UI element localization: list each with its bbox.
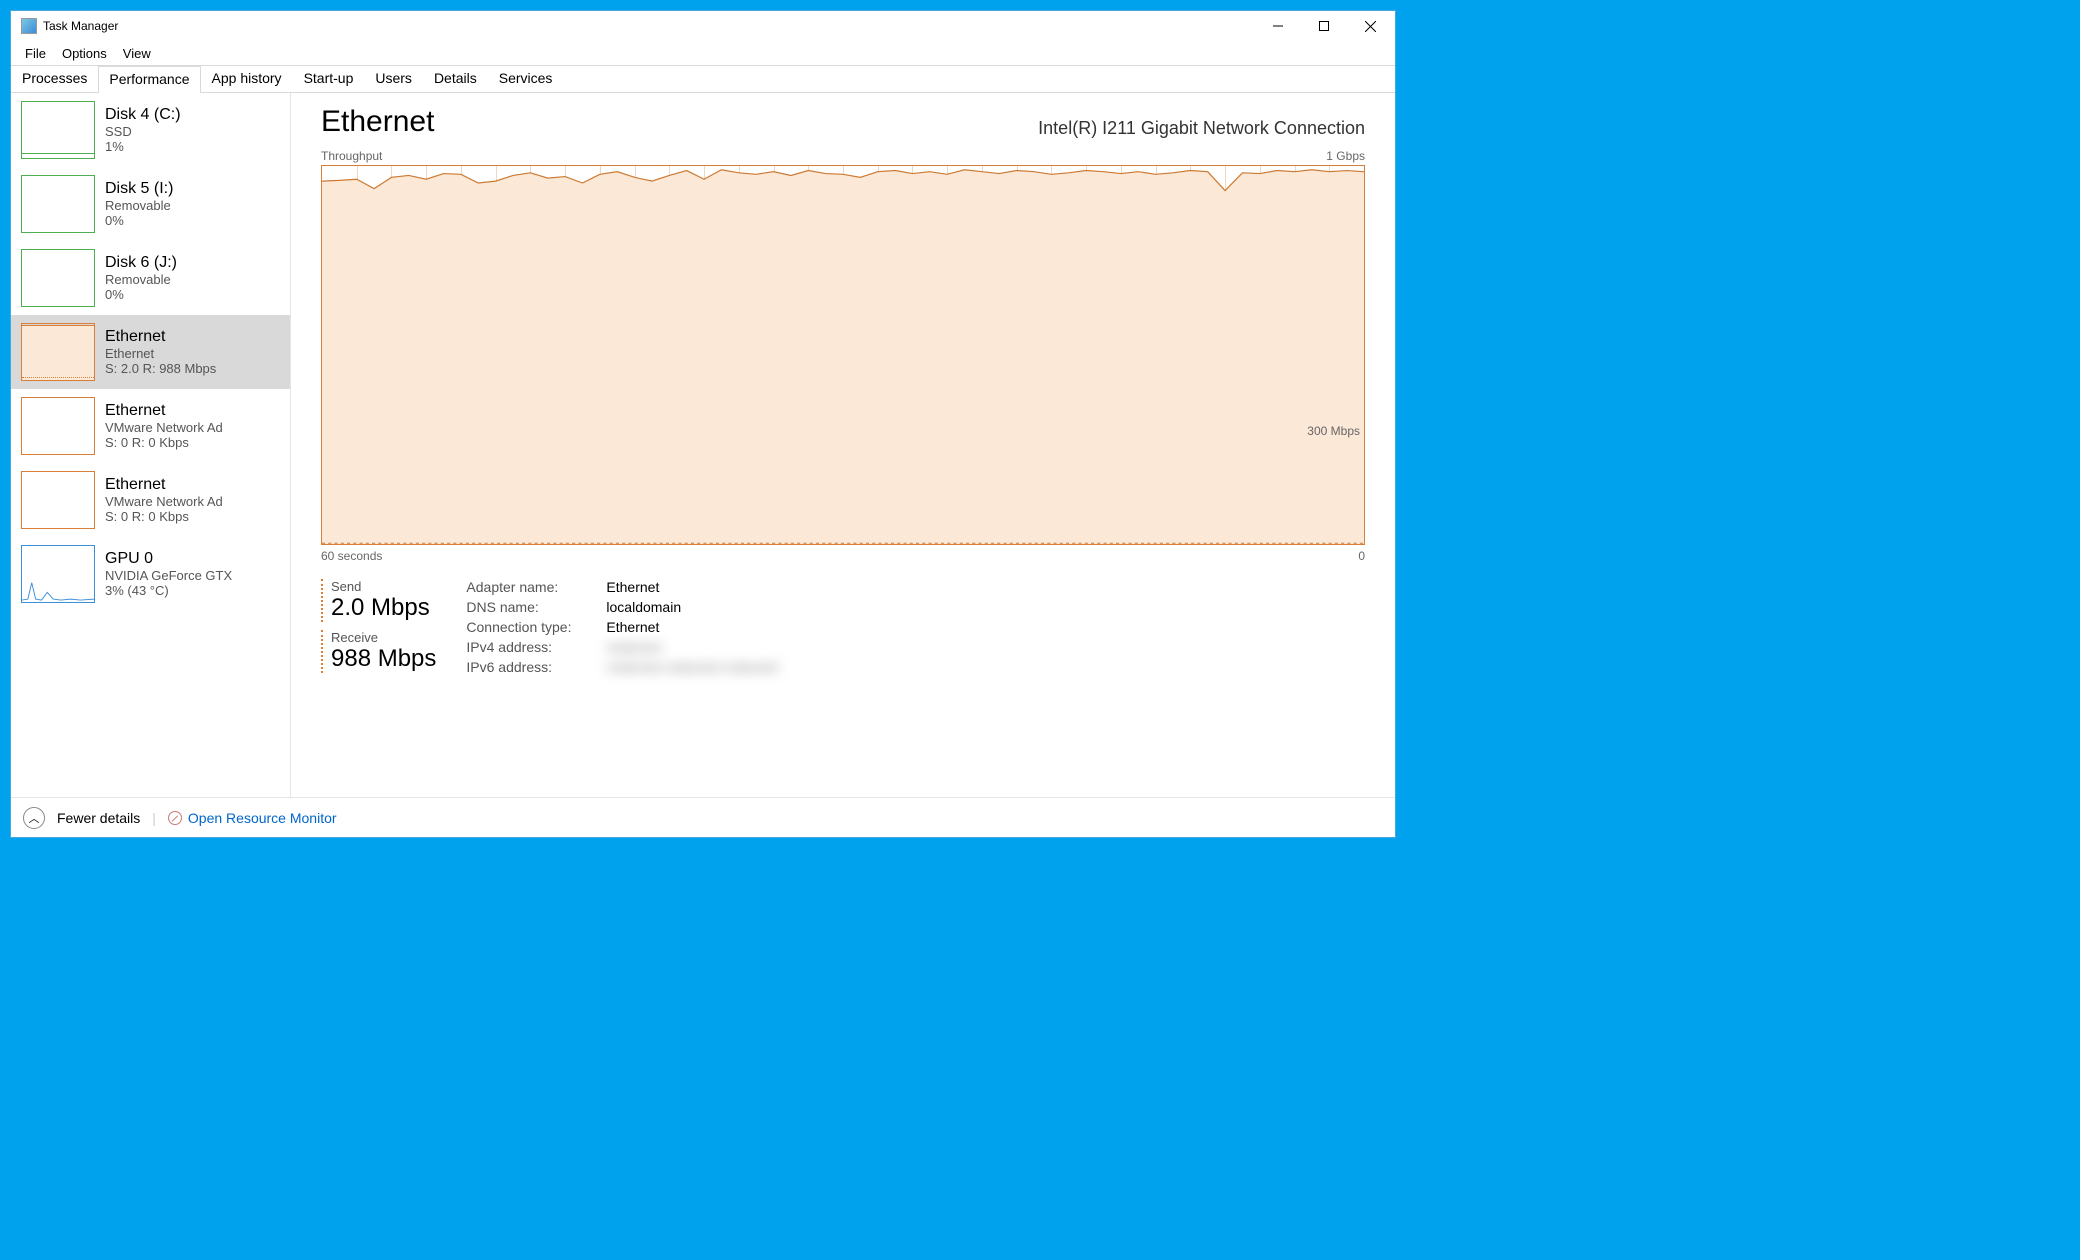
sidebar-item-sub1: NVIDIA GeForce GTX bbox=[105, 568, 232, 583]
sidebar-item-title: Disk 4 (C:) bbox=[105, 106, 181, 124]
adapter-name-label: Adapter name: bbox=[466, 579, 596, 595]
minimize-button[interactable] bbox=[1255, 11, 1301, 41]
adapter-name-full: Intel(R) I211 Gigabit Network Connection bbox=[1038, 118, 1365, 139]
sidebar-item-5[interactable]: EthernetVMware Network AdS: 0 R: 0 Kbps bbox=[11, 463, 290, 537]
fewer-details-button[interactable]: Fewer details bbox=[57, 810, 140, 826]
sidebar-thumb bbox=[21, 397, 95, 455]
sidebar-item-4[interactable]: EthernetVMware Network AdS: 0 R: 0 Kbps bbox=[11, 389, 290, 463]
sidebar-item-sub1: VMware Network Ad bbox=[105, 420, 223, 435]
send-label: Send bbox=[331, 579, 436, 594]
chart-label-xend: 0 bbox=[1358, 549, 1365, 563]
sidebar-item-title: GPU 0 bbox=[105, 550, 232, 568]
sidebar-thumb bbox=[21, 323, 95, 381]
maximize-button[interactable] bbox=[1301, 11, 1347, 41]
conn-type-label: Connection type: bbox=[466, 619, 596, 635]
sidebar-item-sub1: Removable bbox=[105, 198, 173, 213]
dns-name-label: DNS name: bbox=[466, 599, 596, 615]
performance-sidebar[interactable]: Disk 4 (C:)SSD1%Disk 5 (I:)Removable0%Di… bbox=[11, 93, 291, 797]
close-button[interactable] bbox=[1347, 11, 1393, 41]
conn-type-value: Ethernet bbox=[606, 619, 659, 635]
sidebar-item-title: Ethernet bbox=[105, 476, 223, 494]
tab-performance[interactable]: Performance bbox=[98, 66, 200, 93]
sidebar-item-sub2: 0% bbox=[105, 287, 177, 302]
sidebar-item-sub2: S: 0 R: 0 Kbps bbox=[105, 435, 223, 450]
sidebar-item-title: Disk 6 (J:) bbox=[105, 254, 177, 272]
sidebar-item-sub2: S: 2.0 R: 988 Mbps bbox=[105, 361, 216, 376]
content-area: Disk 4 (C:)SSD1%Disk 5 (I:)Removable0%Di… bbox=[11, 93, 1395, 797]
titlebar: Task Manager bbox=[11, 11, 1395, 41]
sidebar-item-3[interactable]: EthernetEthernetS: 2.0 R: 988 Mbps bbox=[11, 315, 290, 389]
resource-monitor-label: Open Resource Monitor bbox=[188, 810, 337, 826]
chart-label-mid: 300 Mbps bbox=[1307, 424, 1360, 438]
chart-label-throughput: Throughput bbox=[321, 149, 382, 163]
sidebar-thumb bbox=[21, 471, 95, 529]
tab-services[interactable]: Services bbox=[488, 65, 564, 92]
sidebar-item-sub1: Removable bbox=[105, 272, 177, 287]
tab-details[interactable]: Details bbox=[423, 65, 488, 92]
sidebar-item-2[interactable]: Disk 6 (J:)Removable0% bbox=[11, 241, 290, 315]
window-controls bbox=[1255, 11, 1393, 41]
receive-label: Receive bbox=[331, 630, 436, 645]
sidebar-item-sub2: 3% (43 °C) bbox=[105, 583, 232, 598]
sidebar-item-0[interactable]: Disk 4 (C:)SSD1% bbox=[11, 93, 290, 167]
open-resource-monitor-link[interactable]: Open Resource Monitor bbox=[168, 810, 337, 826]
ipv4-value: redacted bbox=[606, 639, 660, 655]
sidebar-item-sub2: S: 0 R: 0 Kbps bbox=[105, 509, 223, 524]
tab-processes[interactable]: Processes bbox=[11, 65, 98, 92]
ipv6-label: IPv6 address: bbox=[466, 659, 596, 675]
menu-options[interactable]: Options bbox=[56, 44, 113, 63]
sidebar-thumb bbox=[21, 545, 95, 603]
send-value: 2.0 Mbps bbox=[331, 594, 436, 622]
sidebar-thumb bbox=[21, 101, 95, 159]
sidebar-item-sub1: VMware Network Ad bbox=[105, 494, 223, 509]
sidebar-item-sub2: 1% bbox=[105, 139, 181, 154]
ipv4-label: IPv4 address: bbox=[466, 639, 596, 655]
throughput-chart: 300 Mbps bbox=[321, 165, 1365, 545]
dns-name-value: localdomain bbox=[606, 599, 681, 615]
ipv6-value: redacted redacted redacted bbox=[606, 659, 777, 675]
sidebar-thumb bbox=[21, 175, 95, 233]
adapter-name-value: Ethernet bbox=[606, 579, 659, 595]
menu-file[interactable]: File bbox=[19, 44, 52, 63]
tabbar: Processes Performance App history Start-… bbox=[11, 65, 1395, 93]
menu-view[interactable]: View bbox=[117, 44, 157, 63]
tab-startup[interactable]: Start-up bbox=[293, 65, 365, 92]
tab-app-history[interactable]: App history bbox=[201, 65, 293, 92]
connection-details: Adapter name: Ethernet DNS name: localdoma… bbox=[466, 579, 777, 681]
stats-area: Send 2.0 Mbps Receive 988 Mbps Adapter n… bbox=[321, 579, 1365, 681]
sidebar-item-title: Ethernet bbox=[105, 402, 223, 420]
resource-monitor-icon bbox=[168, 811, 182, 825]
chart-label-xstart: 60 seconds bbox=[321, 549, 382, 563]
send-stat: Send 2.0 Mbps bbox=[321, 579, 436, 622]
tab-users[interactable]: Users bbox=[364, 65, 423, 92]
window-title: Task Manager bbox=[43, 19, 1255, 33]
menubar: File Options View bbox=[11, 41, 1395, 65]
sidebar-item-6[interactable]: GPU 0NVIDIA GeForce GTX3% (43 °C) bbox=[11, 537, 290, 611]
sidebar-item-sub2: 0% bbox=[105, 213, 173, 228]
footer: ︿ Fewer details | Open Resource Monitor bbox=[11, 797, 1395, 837]
chart-label-max: 1 Gbps bbox=[1326, 149, 1365, 163]
receive-value: 988 Mbps bbox=[331, 645, 436, 673]
chevron-up-icon[interactable]: ︿ bbox=[23, 807, 45, 829]
page-title: Ethernet bbox=[321, 105, 434, 139]
task-manager-window: Task Manager File Options View Processes… bbox=[10, 10, 1396, 838]
sidebar-item-1[interactable]: Disk 5 (I:)Removable0% bbox=[11, 167, 290, 241]
receive-stat: Receive 988 Mbps bbox=[321, 630, 436, 673]
sidebar-item-sub1: Ethernet bbox=[105, 346, 216, 361]
app-icon bbox=[21, 18, 37, 34]
separator: | bbox=[152, 810, 156, 826]
main-panel: Ethernet Intel(R) I211 Gigabit Network C… bbox=[291, 93, 1395, 797]
sidebar-item-sub1: SSD bbox=[105, 124, 181, 139]
sidebar-item-title: Ethernet bbox=[105, 328, 216, 346]
sidebar-thumb bbox=[21, 249, 95, 307]
sidebar-item-title: Disk 5 (I:) bbox=[105, 180, 173, 198]
